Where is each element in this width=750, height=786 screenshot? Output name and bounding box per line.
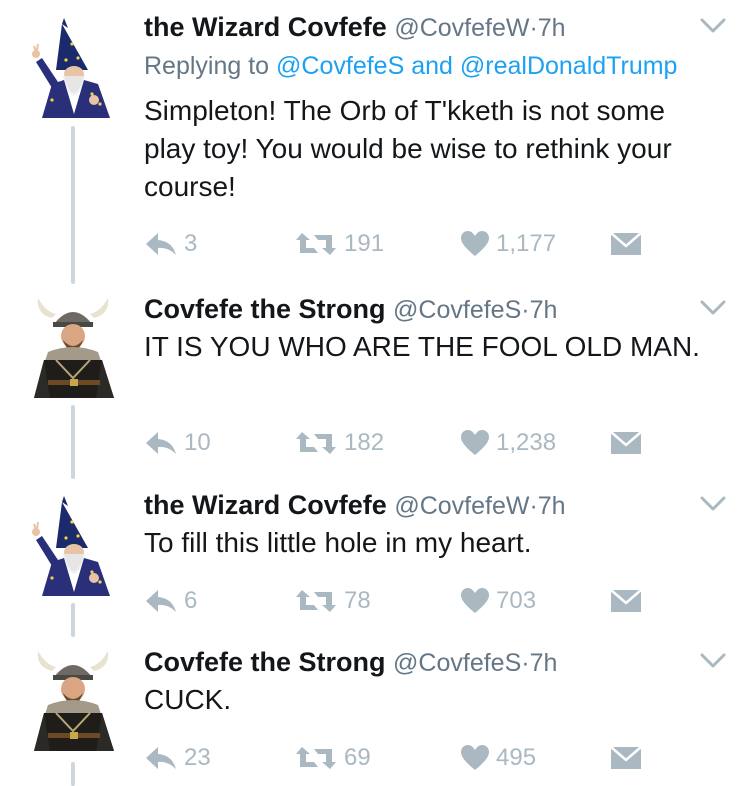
heart-icon	[460, 429, 490, 457]
separator-dot: ·	[521, 649, 530, 677]
tweet-text: CUCK.	[144, 684, 232, 715]
avatar[interactable]	[22, 647, 126, 751]
chevron-down-icon[interactable]	[700, 494, 726, 514]
dm-button[interactable]	[610, 741, 642, 775]
like-button[interactable]: 495	[460, 741, 536, 775]
tweet-text: To fill this little hole in my heart.	[144, 527, 532, 558]
heart-icon	[460, 744, 490, 772]
like-button[interactable]: 1,177	[460, 227, 556, 261]
tweet-header: the Wizard Covfefe @CovfefeW·7h	[144, 488, 690, 523]
avatar[interactable]	[22, 14, 126, 118]
tweet-header: the Wizard Covfefe @CovfefeW·7h	[144, 10, 690, 45]
display-name[interactable]: Covfefe the Strong	[144, 294, 386, 324]
retweet-button[interactable]: 78	[294, 584, 371, 618]
dm-button[interactable]	[610, 426, 642, 460]
display-name[interactable]: the Wizard Covfefe	[144, 12, 387, 42]
dm-button[interactable]	[610, 584, 642, 618]
reply-count: 23	[184, 744, 211, 771]
retweet-button[interactable]: 182	[294, 426, 384, 460]
retweet-button[interactable]: 191	[294, 227, 384, 261]
chevron-down-icon[interactable]	[700, 298, 726, 318]
like-button[interactable]: 703	[460, 584, 536, 618]
timestamp[interactable]: 7h	[530, 649, 558, 677]
tweet-header: Covfefe the Strong @CovfefeS·7h	[144, 645, 690, 680]
tweet-actions: 23 69 495	[144, 741, 704, 775]
timestamp[interactable]: 7h	[538, 14, 566, 42]
heart-icon	[460, 587, 490, 615]
user-handle[interactable]: @CovfefeS	[393, 296, 521, 324]
retweet-icon	[294, 586, 338, 616]
tweet-header: Covfefe the Strong @CovfefeS·7h	[144, 292, 690, 327]
envelope-icon	[610, 588, 642, 614]
reply-button[interactable]: 3	[144, 227, 197, 261]
replying-prefix: Replying to	[144, 52, 270, 80]
tweet-text: IT IS YOU WHO ARE THE FOOL OLD MAN.	[144, 331, 700, 362]
reply-icon	[144, 743, 178, 773]
timestamp[interactable]: 7h	[538, 492, 566, 520]
tweet-actions: 10 182 1,238	[144, 426, 704, 460]
reply-icon	[144, 586, 178, 616]
like-count: 1,238	[496, 429, 557, 456]
thread-connector	[71, 603, 75, 637]
retweet-button[interactable]: 69	[294, 741, 371, 775]
thread-connector	[71, 405, 75, 479]
like-count: 703	[496, 587, 537, 614]
retweet-icon	[294, 229, 338, 259]
envelope-icon	[610, 745, 642, 771]
like-count: 1,177	[496, 230, 557, 257]
mention-link[interactable]: @CovfefeS	[276, 52, 404, 80]
separator-dot: ·	[529, 492, 538, 520]
separator-dot: ·	[529, 14, 538, 42]
retweet-count: 191	[344, 230, 385, 257]
retweet-icon	[294, 743, 338, 773]
tweet-actions: 6 78 703	[144, 584, 704, 618]
retweet-icon	[294, 428, 338, 458]
tweet-actions: 3 191 1,177	[144, 227, 704, 261]
thread-connector	[71, 126, 75, 284]
reply-count: 10	[184, 429, 211, 456]
reply-count: 3	[184, 230, 198, 257]
like-button[interactable]: 1,238	[460, 426, 556, 460]
thread-connector	[71, 762, 75, 786]
replying-and: and	[411, 52, 453, 80]
user-handle[interactable]: @CovfefeS	[393, 649, 521, 677]
dm-button[interactable]	[610, 227, 642, 261]
replying-to: Replying to @CovfefeS and @realDonaldTru…	[144, 50, 677, 82]
display-name[interactable]: the Wizard Covfefe	[144, 490, 387, 520]
heart-icon	[460, 230, 490, 258]
tweet-text: Simpleton! The Orb of T'kketh is not som…	[144, 95, 672, 202]
display-name[interactable]: Covfefe the Strong	[144, 647, 386, 677]
user-handle[interactable]: @CovfefeW	[394, 14, 529, 42]
chevron-down-icon[interactable]	[700, 16, 726, 36]
mention-link[interactable]: @realDonaldTrump	[460, 52, 678, 80]
user-handle[interactable]: @CovfefeW	[394, 492, 529, 520]
separator-dot: ·	[521, 296, 530, 324]
reply-icon	[144, 428, 178, 458]
like-count: 495	[496, 744, 537, 771]
envelope-icon	[610, 231, 642, 257]
envelope-icon	[610, 430, 642, 456]
avatar[interactable]	[22, 294, 126, 398]
reply-count: 6	[184, 587, 198, 614]
reply-button[interactable]: 10	[144, 426, 211, 460]
chevron-down-icon[interactable]	[700, 651, 726, 671]
avatar[interactable]	[22, 492, 126, 596]
retweet-count: 182	[344, 429, 385, 456]
reply-button[interactable]: 6	[144, 584, 197, 618]
retweet-count: 78	[344, 587, 371, 614]
reply-button[interactable]: 23	[144, 741, 211, 775]
reply-icon	[144, 229, 178, 259]
retweet-count: 69	[344, 744, 371, 771]
timestamp[interactable]: 7h	[530, 296, 558, 324]
